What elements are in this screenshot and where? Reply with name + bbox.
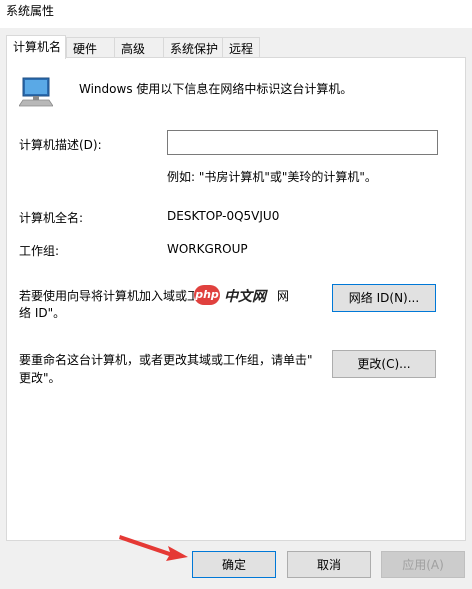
- change-button[interactable]: 更改(C)...: [332, 350, 436, 378]
- description-label: 计算机描述(D):: [19, 138, 102, 152]
- watermark-text: 中文网: [224, 289, 266, 305]
- ok-button[interactable]: 确定: [192, 551, 276, 578]
- apply-button[interactable]: 应用(A): [381, 551, 465, 578]
- workgroup-label: 工作组:: [19, 244, 60, 258]
- tab-advanced[interactable]: 高级: [114, 37, 164, 58]
- rename-text-line1: 要重命名这台计算机，或者更改其域或工作组，请单击": [19, 353, 313, 367]
- full-name-value: DESKTOP-0Q5VJU0: [167, 209, 280, 223]
- tab-remote[interactable]: 远程: [222, 37, 260, 58]
- tab-hardware[interactable]: 硬件: [66, 37, 115, 58]
- intro-text: Windows 使用以下信息在网络中标识这台计算机。: [79, 82, 353, 96]
- red-arrow-annotation: [119, 535, 188, 561]
- join-domain-text-tail: 网: [277, 289, 290, 303]
- tab-system-protection[interactable]: 系统保护: [163, 37, 223, 58]
- window-title: 系统属性: [6, 4, 55, 18]
- computer-description-input[interactable]: [167, 130, 438, 155]
- tab-computer-name[interactable]: 计算机名: [6, 35, 66, 59]
- full-name-label: 计算机全名:: [19, 211, 84, 225]
- description-example: 例如: "书房计算机"或"美玲的计算机"。: [167, 170, 377, 184]
- title-bar: 系统属性: [0, 0, 472, 28]
- network-id-button[interactable]: 网络 ID(N)...: [332, 284, 436, 312]
- watermark-logo: php: [194, 285, 220, 305]
- watermark: php 中文网: [194, 285, 274, 305]
- tab-strip: 计算机名 硬件 高级 系统保护 远程: [6, 35, 466, 59]
- join-domain-text-line2: 络 ID"。: [19, 306, 66, 320]
- join-domain-text-line1: 若要使用向导将计算机加入域或工: [19, 289, 200, 303]
- computer-icon: [19, 77, 53, 107]
- rename-text-line2: 更改"。: [19, 371, 61, 385]
- workgroup-value: WORKGROUP: [167, 242, 248, 256]
- cancel-button[interactable]: 取消: [287, 551, 371, 578]
